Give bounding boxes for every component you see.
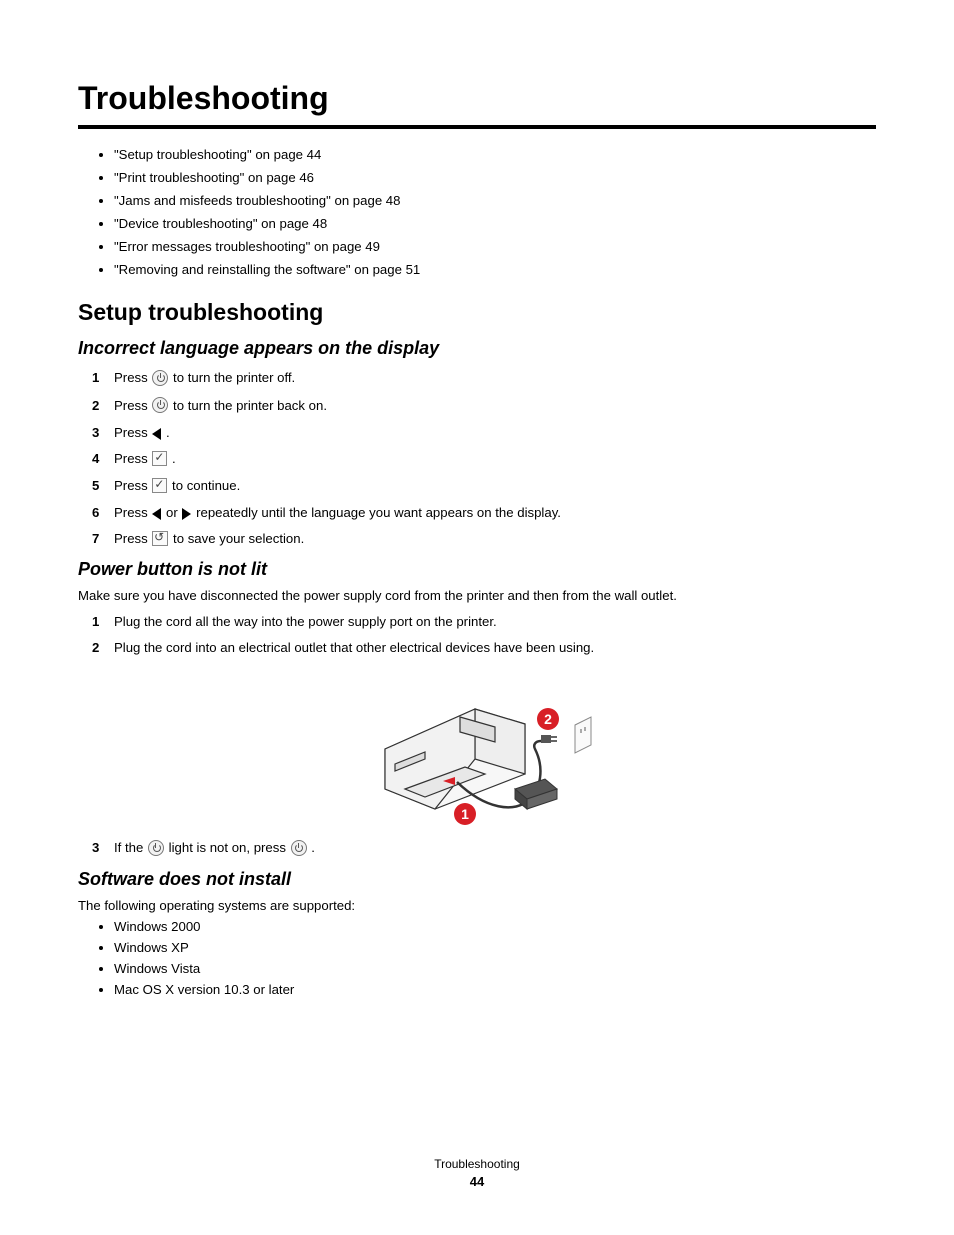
step-text: repeatedly until the language you want a…	[196, 505, 561, 520]
power-icon	[148, 840, 164, 856]
toc-item: "Setup troubleshooting" on page 44	[114, 147, 876, 162]
step: Press to continue.	[92, 478, 876, 494]
footer-page-number: 44	[0, 1174, 954, 1189]
step-text: Plug the cord into an electrical outlet …	[114, 640, 594, 655]
step-text: light is not on, press	[169, 840, 290, 855]
chapter-title: Troubleshooting	[78, 80, 876, 129]
step: Press to turn the printer back on.	[92, 398, 876, 415]
check-icon	[152, 451, 167, 466]
step-text: to save your selection.	[173, 531, 304, 546]
toc-item: "Jams and misfeeds troubleshooting" on p…	[114, 193, 876, 208]
power-icon	[152, 370, 168, 386]
toc-item: "Device troubleshooting" on page 48	[114, 216, 876, 231]
step: If the light is not on, press .	[92, 840, 876, 857]
left-arrow-icon	[152, 428, 161, 440]
toc-item: "Error messages troubleshooting" on page…	[114, 239, 876, 254]
os-item: Windows XP	[114, 940, 876, 955]
step-text: Press	[114, 425, 151, 440]
subsection-title: Power button is not lit	[78, 559, 876, 580]
step-text: Press	[114, 531, 151, 546]
toc-list: "Setup troubleshooting" on page 44 "Prin…	[114, 147, 876, 277]
step-text: Plug the cord all the way into the power…	[114, 614, 497, 629]
subsection-title: Incorrect language appears on the displa…	[78, 338, 876, 359]
step-text: to continue.	[172, 478, 240, 493]
step: Press to save your selection.	[92, 531, 876, 547]
step: Press or repeatedly until the language y…	[92, 505, 876, 520]
subsection-title: Software does not install	[78, 869, 876, 890]
os-item: Windows 2000	[114, 919, 876, 934]
power-icon	[152, 397, 168, 413]
step: Press .	[92, 451, 876, 467]
back-icon	[152, 531, 168, 546]
left-arrow-icon	[152, 508, 161, 520]
step-text: If the	[114, 840, 147, 855]
body-text: Make sure you have disconnected the powe…	[78, 588, 876, 603]
section-title: Setup troubleshooting	[78, 299, 876, 326]
step-text: Press	[114, 398, 151, 413]
step-text: Press	[114, 478, 151, 493]
step: Plug the cord into an electrical outlet …	[92, 640, 876, 829]
os-list: Windows 2000 Windows XP Windows Vista Ma…	[114, 919, 876, 997]
power-icon	[291, 840, 307, 856]
printer-figure: 1 2	[365, 669, 625, 829]
toc-item: "Removing and reinstalling the software"…	[114, 262, 876, 277]
step-text: .	[311, 840, 315, 855]
step-text: to turn the printer off.	[173, 370, 295, 385]
step-text: to turn the printer back on.	[173, 398, 327, 413]
check-icon	[152, 478, 167, 493]
figure-callout-1: 1	[461, 806, 469, 822]
page-footer: Troubleshooting 44	[0, 1157, 954, 1189]
steps-list: Press to turn the printer off. Press to …	[92, 370, 876, 547]
step-text: .	[166, 425, 170, 440]
page: Troubleshooting "Setup troubleshooting" …	[0, 0, 954, 1235]
os-item: Windows Vista	[114, 961, 876, 976]
steps-list: Plug the cord all the way into the power…	[92, 614, 876, 857]
footer-section: Troubleshooting	[0, 1157, 954, 1171]
step: Press .	[92, 425, 876, 440]
step-text: Press	[114, 370, 151, 385]
step-text: .	[172, 451, 176, 466]
step: Plug the cord all the way into the power…	[92, 614, 876, 629]
right-arrow-icon	[182, 508, 191, 520]
toc-item: "Print troubleshooting" on page 46	[114, 170, 876, 185]
os-item: Mac OS X version 10.3 or later	[114, 982, 876, 997]
step-text: Press	[114, 505, 151, 520]
body-text: The following operating systems are supp…	[78, 898, 876, 913]
step-text: or	[166, 505, 181, 520]
step: Press to turn the printer off.	[92, 370, 876, 387]
figure-callout-2: 2	[544, 711, 552, 727]
step-text: Press	[114, 451, 151, 466]
